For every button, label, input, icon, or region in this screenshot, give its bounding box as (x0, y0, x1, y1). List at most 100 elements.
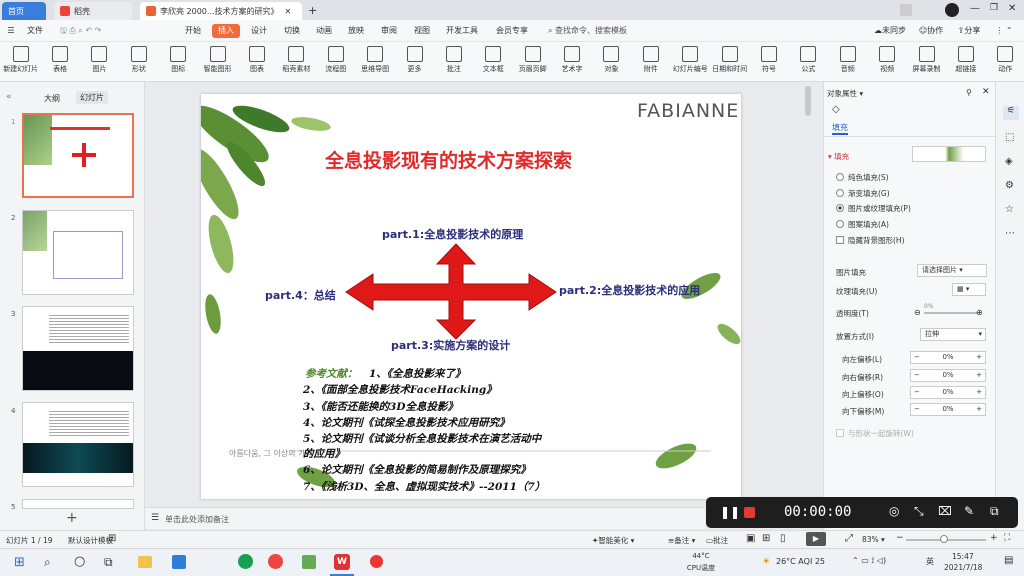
fill-picture-option[interactable]: 图片或纹理填充(P) (836, 203, 911, 214)
cortana-icon[interactable]: ○ (74, 554, 85, 569)
ribbon-button[interactable]: 对象 (593, 44, 630, 74)
weather-text[interactable]: 26°C AQI 25 (776, 557, 825, 566)
notification-icon[interactable]: ▤ (1004, 555, 1013, 566)
ribbon-button[interactable]: 图片 (81, 44, 118, 74)
animation-icon[interactable]: ☆ (1005, 204, 1014, 215)
menu-animation[interactable]: 动画 (311, 24, 337, 38)
close-icon[interactable]: ✕ (285, 7, 292, 16)
fill-pattern-option[interactable]: 图案填充(A) (836, 219, 889, 230)
ribbon-button[interactable]: 日期和时间 (711, 44, 748, 74)
menu-devtools[interactable]: 开发工具 (442, 24, 482, 38)
normal-view-icon[interactable]: ▣ (746, 533, 755, 544)
ribbon-button[interactable]: 动作 (987, 44, 1024, 74)
app-icon[interactable] (302, 555, 316, 569)
plus-icon[interactable]: + (976, 370, 982, 381)
browser-icon[interactable] (238, 554, 253, 569)
transparency-slider[interactable] (924, 312, 978, 314)
grid-icon[interactable]: ⊞ (108, 533, 116, 544)
template-name[interactable]: 默认设计模板 (68, 535, 113, 546)
clock-date[interactable]: 2021/7/18 (944, 563, 982, 572)
region-icon[interactable]: ⤡ (914, 504, 924, 519)
tab-home[interactable]: 首页 (2, 2, 46, 20)
select-icon[interactable]: ⬚ (1005, 132, 1014, 143)
ribbon-button[interactable]: 音频 (829, 44, 866, 74)
avatar[interactable] (945, 3, 959, 17)
fill-preview[interactable] (912, 146, 986, 162)
ribbon-button[interactable]: 图表 (238, 44, 275, 74)
beautify-button[interactable]: ✦智能美化 ▾ (592, 535, 634, 546)
tab-outline[interactable]: 大纲 (44, 93, 60, 104)
collab-button[interactable]: ☺协作 (914, 24, 948, 38)
share-button[interactable]: ⇪分享 (952, 24, 986, 38)
ribbon-button[interactable]: 附件 (632, 44, 669, 74)
picture-fill-select[interactable]: 请选择图片 ▾ (917, 264, 987, 277)
rotate-with-shape-checkbox[interactable]: 与形状一起旋转(W) (836, 428, 914, 439)
tab-fill[interactable]: 填充 (832, 122, 848, 135)
ribbon-button[interactable]: 文本框 (475, 44, 512, 74)
offset-top-stepper[interactable]: − 0% + (910, 386, 986, 399)
tab-docer[interactable]: 稻壳 (54, 2, 132, 20)
zoom-slider-thumb[interactable] (940, 535, 948, 543)
offset-bottom-stepper[interactable]: − 0% + (910, 403, 986, 416)
menu-view[interactable]: 视图 (409, 24, 435, 38)
task-view-icon[interactable]: ⧉ (104, 555, 113, 570)
ribbon-button[interactable]: 符号 (750, 44, 787, 74)
settings-icon[interactable]: ⚙ (1005, 180, 1014, 191)
ribbon-button[interactable]: 更多 (396, 44, 433, 74)
ribbon-button[interactable]: 稻壳素材 (278, 44, 315, 74)
menu-design[interactable]: 设计 (246, 24, 272, 38)
collapse-icon[interactable]: « (6, 92, 12, 102)
ribbon-button[interactable]: 表格 (41, 44, 78, 74)
ribbon-button[interactable]: 屏幕录制 (908, 44, 945, 74)
slide[interactable]: FABIANNE 全息投影现有的技术方案探索 part.1:全息投影技术的原理 … (201, 94, 741, 499)
close-icon[interactable]: ✕ (982, 87, 990, 97)
menu-member[interactable]: 会员专享 (492, 24, 532, 38)
ribbon-button[interactable]: 形状 (120, 44, 157, 74)
ribbon-button[interactable]: 幻灯片编号 (672, 44, 709, 74)
reading-view-icon[interactable]: ▯ (780, 533, 786, 544)
minus-icon[interactable]: − (914, 370, 920, 381)
properties-icon[interactable]: ⚟ (1003, 106, 1019, 120)
shape-icon[interactable]: ◈ (1005, 156, 1013, 167)
camera-icon[interactable]: ◎ (889, 504, 899, 518)
ribbon-button[interactable]: 思维导图 (356, 44, 393, 74)
close-window-icon[interactable]: ✕ (1008, 3, 1016, 14)
file-menu[interactable]: 文件 (20, 24, 50, 38)
ribbon-button[interactable]: 视频 (868, 44, 905, 74)
ribbon-button[interactable]: 艺术字 (553, 44, 590, 74)
menu-review[interactable]: 审阅 (376, 24, 402, 38)
tab-document[interactable]: 李欣亮 2000...技术方案的研究》 ✕ (140, 2, 302, 20)
pause-icon[interactable]: ❚❚ (720, 505, 740, 519)
placement-select[interactable]: 拉伸 ▾ (920, 328, 986, 341)
chrome-icon[interactable] (268, 554, 283, 569)
minus-icon[interactable]: ⊖ (914, 308, 921, 317)
menu-slideshow[interactable]: 放映 (343, 24, 369, 38)
ribbon-button[interactable]: 图标 (160, 44, 197, 74)
add-slide-icon[interactable]: + (66, 510, 78, 526)
fill-gradient-option[interactable]: 渐变填充(G) (836, 188, 890, 199)
plus-icon[interactable]: + (976, 352, 982, 363)
fit-window-icon[interactable]: ⛶ (1004, 533, 1010, 543)
slide-thumbnail-3[interactable] (22, 306, 134, 391)
zoom-out-icon[interactable]: − (896, 533, 904, 543)
fill-solid-option[interactable]: 纯色填充(S) (836, 172, 889, 183)
quick-access-icons[interactable]: 🖫 ⎙ ⌕ ↶ ↷ (60, 24, 170, 38)
ribbon-button[interactable]: 公式 (790, 44, 827, 74)
comments-button[interactable]: ▭批注 (706, 535, 728, 546)
ribbon-button[interactable]: 超链接 (947, 44, 984, 74)
scrollbar[interactable] (805, 86, 811, 116)
zoom-in-icon[interactable]: + (990, 533, 998, 543)
slide-thumbnail-1[interactable] (22, 113, 134, 198)
input-language[interactable]: 英 (926, 556, 934, 567)
minimize-icon[interactable]: ⧉ (990, 504, 999, 519)
plus-icon[interactable]: + (976, 404, 982, 415)
pin-icon[interactable]: ⚲ (966, 88, 972, 97)
minus-icon[interactable]: − (914, 352, 920, 363)
fill-bucket-icon[interactable]: ◇ (832, 104, 840, 115)
notes-bar[interactable]: ☰ 单击此处添加备注 (145, 507, 705, 529)
slide-thumbnail-2[interactable] (22, 210, 134, 295)
play-slideshow-icon[interactable]: ▶ (806, 532, 826, 546)
menu-transition[interactable]: 切换 (279, 24, 305, 38)
fit-icon[interactable]: ⤢ (845, 533, 853, 544)
menu-start[interactable]: 开始 (180, 24, 206, 38)
